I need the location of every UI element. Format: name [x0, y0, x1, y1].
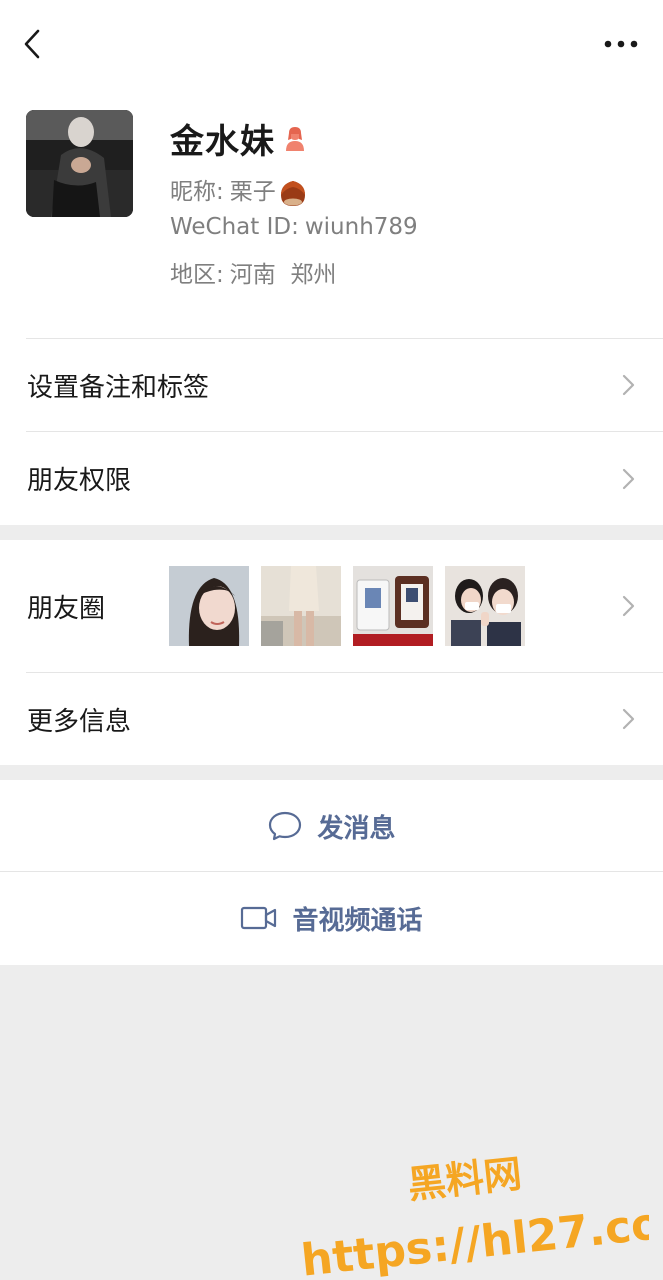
moments-thumbnails: [169, 566, 525, 646]
female-user-icon: [286, 126, 304, 151]
more-dots-icon: [604, 40, 638, 48]
nickname-value: 栗子: [229, 179, 276, 205]
remarks-tags-row[interactable]: 设置备注和标签: [0, 339, 663, 431]
wechat-id-value: wiunh789: [304, 214, 418, 240]
friend-permissions-label: 朋友权限: [27, 466, 132, 496]
chevron-left-icon: [24, 29, 40, 59]
send-message-button[interactable]: 发消息: [0, 780, 663, 872]
watermark-line1: 黑料网: [406, 1151, 524, 1207]
chevron-right-icon: [622, 468, 635, 489]
chevron-right-icon: [622, 708, 635, 730]
back-button[interactable]: [14, 24, 54, 64]
chevron-right-icon: [622, 595, 635, 617]
moments-row[interactable]: 朋友圈: [0, 540, 663, 672]
wechat-id-label: WeChat ID:: [170, 214, 299, 240]
video-call-label: 音视频通话: [292, 905, 423, 936]
watermark: 黑料网 https://hl27.co: [289, 1140, 663, 1280]
region-line: 地区: 河南 郑州: [170, 255, 336, 289]
moments-thumbnail: [445, 566, 525, 646]
friend-permissions-row[interactable]: 朋友权限: [0, 432, 663, 525]
chevron-right-icon: [622, 374, 635, 396]
remarks-tags-label: 设置备注和标签: [27, 372, 210, 403]
avatar[interactable]: [26, 110, 133, 217]
contact-name: 金水妹: [170, 122, 275, 162]
nickname-line: 昵称: 栗子: [170, 172, 308, 208]
more-options-button[interactable]: [601, 34, 641, 54]
video-camera-icon: [241, 906, 277, 930]
watermark-line2: https://hl27.co: [299, 1198, 649, 1280]
profile-header: 金水妹 昵称: 栗子 WeChat ID: wiunh789 地区: 河南 郑州 设置…: [0, 0, 663, 525]
actions-section: 发消息 音视频通话: [0, 780, 663, 965]
region-value: 河南 郑州: [229, 262, 337, 288]
avatar-photo: [26, 110, 133, 217]
chat-bubble-icon: [269, 811, 302, 841]
chestnut-icon: [280, 180, 305, 206]
wechat-id-line: WeChat ID: wiunh789: [170, 214, 418, 240]
video-call-button[interactable]: 音视频通话: [0, 872, 663, 964]
nickname-label: 昵称:: [170, 179, 224, 205]
moments-section: 朋友圈 更多信息: [0, 540, 663, 765]
moments-thumbnail: [169, 566, 249, 646]
region-label: 地区:: [170, 262, 224, 288]
send-message-label: 发消息: [317, 813, 396, 844]
moments-thumbnail: [353, 566, 433, 646]
moments-thumbnail: [261, 566, 341, 646]
more-info-row[interactable]: 更多信息: [0, 673, 663, 765]
moments-label: 朋友圈: [27, 593, 106, 624]
name-row: 金水妹: [170, 114, 309, 163]
more-info-label: 更多信息: [27, 706, 132, 737]
